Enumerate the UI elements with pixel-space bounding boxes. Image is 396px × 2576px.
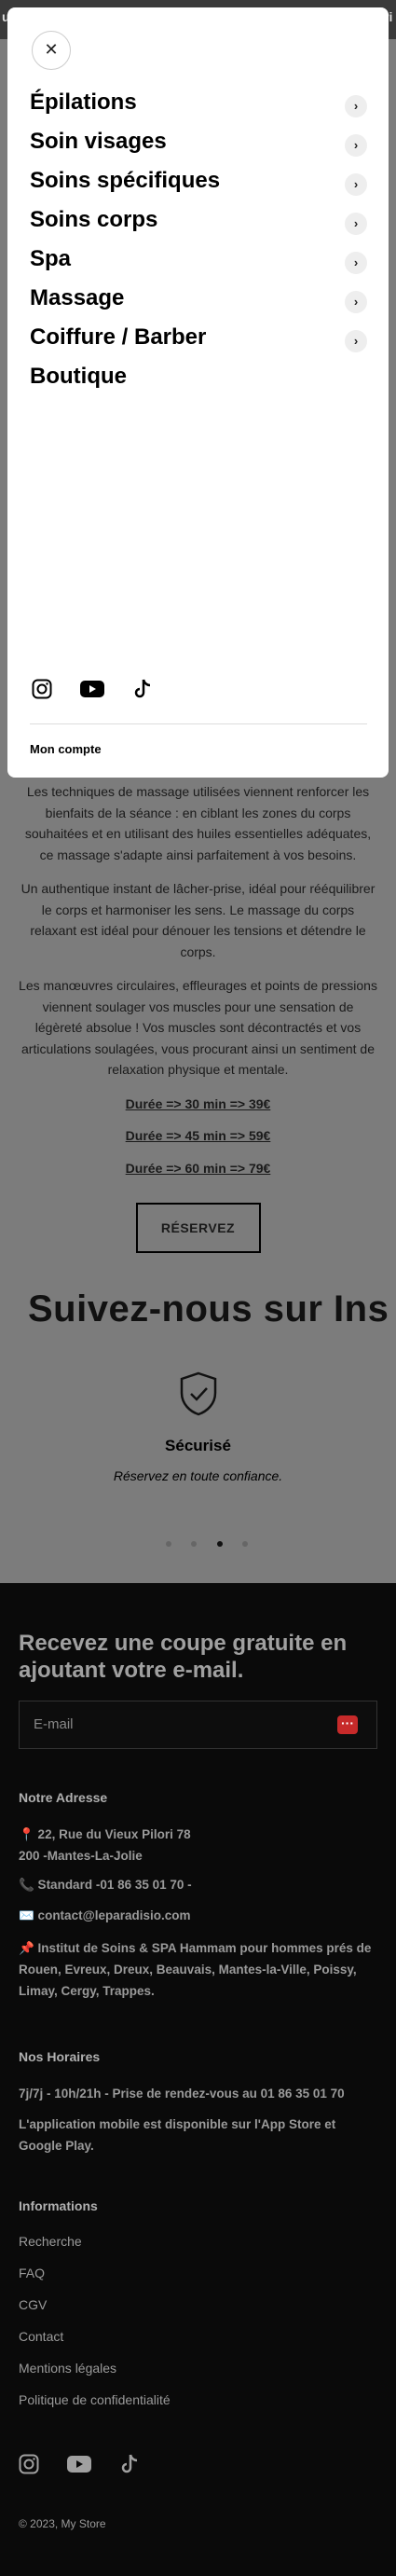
email-text[interactable]: ✉️ contact@leparadisio.com xyxy=(19,1905,377,1926)
description-paragraph: Les manœuvres circulaires, effleurages e… xyxy=(19,978,377,1077)
menu-item-epilations[interactable]: Épilations › xyxy=(30,90,367,127)
reserve-button[interactable]: RÉSERVEZ xyxy=(135,1203,261,1253)
drawer-social-links xyxy=(32,679,176,704)
footer-link-legal[interactable]: Mentions légales xyxy=(19,2361,116,2376)
instagram-icon[interactable] xyxy=(19,2454,39,2479)
newsletter-email-field[interactable]: E-mail ··· xyxy=(19,1701,377,1749)
carousel-dot[interactable] xyxy=(166,1541,171,1547)
description-paragraph: Un authentique instant de lâcher-prise, … xyxy=(20,881,376,959)
menu-item-soin-visages[interactable]: Soin visages › xyxy=(30,129,367,166)
account-link[interactable]: Mon compte xyxy=(30,742,102,756)
menu-item-label: Soins corps xyxy=(30,207,158,232)
menu-item-label: Épilations xyxy=(30,90,137,115)
chevron-right-icon: › xyxy=(345,330,367,352)
shield-check-icon xyxy=(0,1371,396,1422)
youtube-icon[interactable] xyxy=(80,680,105,703)
menu-item-spa[interactable]: Spa › xyxy=(30,246,367,283)
footer-link-faq[interactable]: FAQ xyxy=(19,2266,45,2280)
tiktok-icon[interactable] xyxy=(120,2454,139,2479)
tiktok-icon[interactable] xyxy=(133,679,152,704)
carousel-dot[interactable] xyxy=(191,1541,198,1547)
phone-text: 📞 Standard -01 86 35 01 70 - xyxy=(19,1878,192,1892)
newsletter-title: Recevez une coupe gratuite en ajoutant v… xyxy=(19,1631,348,1683)
menu-item-label: Boutique xyxy=(30,364,127,389)
close-icon[interactable]: ✕ xyxy=(32,31,71,70)
chevron-right-icon: › xyxy=(345,213,367,235)
hours-text: 7j/7j - 10h/21h - Prise de rendez-vous a… xyxy=(19,2087,345,2101)
menu-item-label: Soin visages xyxy=(30,129,167,154)
drawer-divider xyxy=(30,723,367,724)
menu-item-soins-specifiques[interactable]: Soins spécifiques › xyxy=(30,168,367,205)
submit-message-icon[interactable]: ··· xyxy=(337,1715,358,1734)
institute-text: 📌 Institut de Soins & SPA Hammam pour ho… xyxy=(19,1941,372,1998)
massage-description: Les techniques de massage utilisées vien… xyxy=(0,781,396,1253)
youtube-icon[interactable] xyxy=(67,2455,92,2478)
price-45: Durée => 45 min => 59€ xyxy=(125,1128,271,1143)
menu-item-label: Coiffure / Barber xyxy=(30,324,207,350)
site-footer: Recevez une coupe gratuite en ajoutant v… xyxy=(0,1583,396,2576)
chevron-right-icon: › xyxy=(345,173,367,196)
chevron-right-icon: › xyxy=(345,252,367,274)
footer-social-links xyxy=(19,2454,163,2479)
address-title: Notre Adresse xyxy=(19,1790,108,1805)
menu-item-massage[interactable]: Massage › xyxy=(30,285,367,323)
menu-item-label: Massage xyxy=(30,285,125,310)
chevron-right-icon: › xyxy=(345,291,367,313)
carousel-dot[interactable] xyxy=(242,1541,249,1547)
menu-item-label: Soins spécifiques xyxy=(30,168,221,193)
copyright-text: © 2023, My Store xyxy=(19,2517,106,2530)
footer-link-cgv[interactable]: CGV xyxy=(19,2297,47,2312)
app-availability-text: L'application mobile est disponible sur … xyxy=(19,2117,336,2153)
price-30: Durée => 30 min => 39€ xyxy=(125,1095,271,1111)
follow-us-heading: Suivez-nous sur Ins xyxy=(28,1288,389,1329)
footer-link-contact[interactable]: Contact xyxy=(19,2329,63,2344)
secure-subtitle: Réservez en toute confiance. xyxy=(113,1468,283,1483)
menu-item-boutique[interactable]: Boutique xyxy=(30,364,367,401)
chevron-right-icon: › xyxy=(345,95,367,117)
footer-link-privacy[interactable]: Politique de confidentialité xyxy=(19,2392,171,2407)
menu-item-label: Spa xyxy=(30,246,72,271)
description-paragraph: Les techniques de massage utilisées vien… xyxy=(24,784,372,862)
secure-feature: Sécurisé Réservez en toute confiance. xyxy=(0,1371,396,1483)
chevron-right-icon: › xyxy=(345,134,367,157)
menu-item-soins-corps[interactable]: Soins corps › xyxy=(30,207,367,244)
secure-title: Sécurisé xyxy=(165,1437,231,1454)
information-title: Informations xyxy=(19,2198,98,2213)
hours-title: Nos Horaires xyxy=(19,2049,101,2064)
email-placeholder: E-mail xyxy=(34,1716,74,1732)
instagram-icon[interactable] xyxy=(32,679,52,704)
carousel-dots xyxy=(166,1535,264,1551)
footer-link-search[interactable]: Recherche xyxy=(19,2234,82,2249)
carousel-dot-active[interactable] xyxy=(216,1541,223,1547)
menu-item-coiffure-barber[interactable]: Coiffure / Barber › xyxy=(30,324,367,362)
price-60: Durée => 60 min => 79€ xyxy=(125,1160,271,1176)
address-text: 📍 22, Rue du Vieux Pilori 78 200 -Mantes… xyxy=(19,1827,191,1863)
navigation-drawer: ✕ Épilations › Soin visages › Soins spéc… xyxy=(7,7,389,778)
